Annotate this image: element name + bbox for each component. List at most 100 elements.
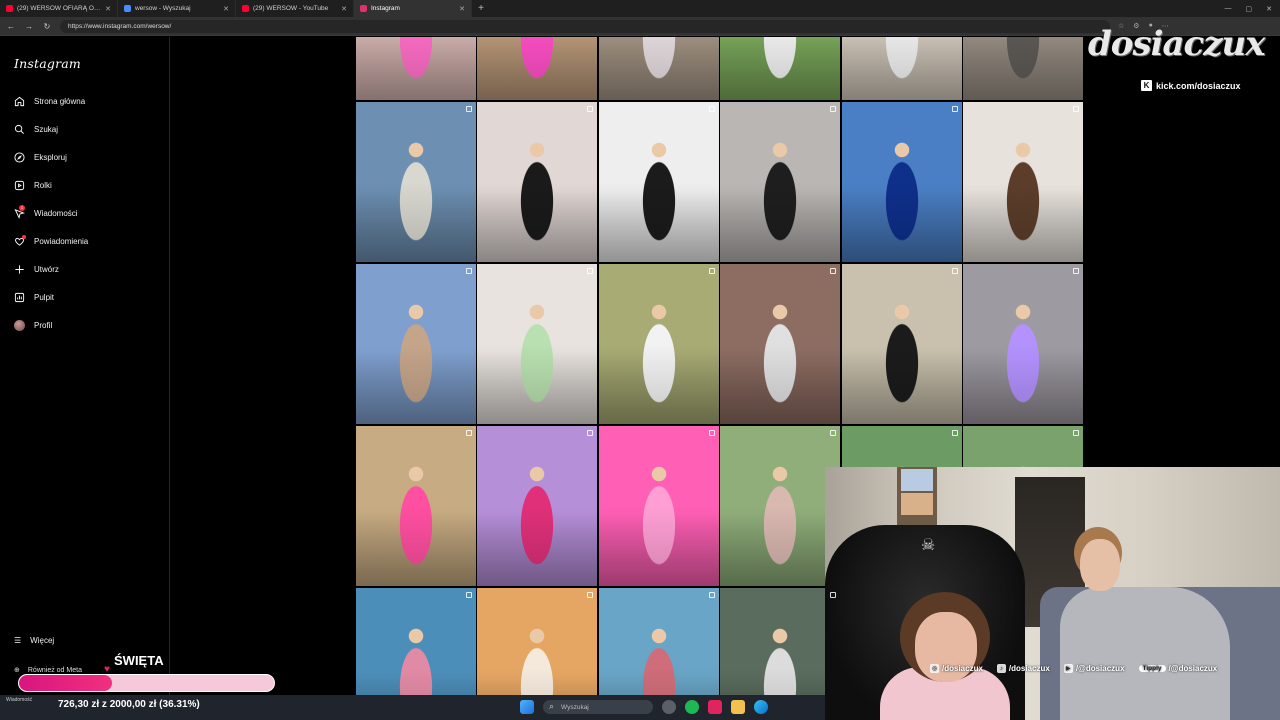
person-right xyxy=(1060,527,1230,720)
instagram-sidebar: Instagram Strona główna Szukaj Eksploruj… xyxy=(0,37,170,695)
social-tipply: Tipply/@dosiaczux xyxy=(1138,664,1217,673)
url-input[interactable]: https://www.instagram.com/wersow/ xyxy=(60,19,1110,33)
post-thumbnail[interactable] xyxy=(720,264,841,424)
folder-icon[interactable] xyxy=(731,700,745,714)
kick-link: K kick.com/dosiaczux xyxy=(1141,80,1241,91)
screen: (29) WERSOW OFIARĄ OKRUTNE ✕ wersow - Wy… xyxy=(0,0,1280,720)
picture-frame xyxy=(901,469,933,491)
post-thumbnail[interactable] xyxy=(720,588,841,695)
post-thumbnail[interactable] xyxy=(356,264,476,424)
tab-instagram[interactable]: Instagram ✕ xyxy=(354,0,472,17)
post-thumbnail[interactable] xyxy=(963,102,1083,262)
multi-post-icon xyxy=(830,592,837,598)
post-thumbnail[interactable] xyxy=(720,37,841,100)
edge-icon[interactable] xyxy=(754,700,768,714)
close-icon[interactable]: ✕ xyxy=(341,5,347,13)
multi-post-icon xyxy=(830,106,837,112)
nav-more[interactable]: ☰ Więcej xyxy=(14,636,54,645)
messages-badge: 1 xyxy=(19,204,25,211)
multi-post-icon xyxy=(708,592,715,598)
post-thumbnail[interactable] xyxy=(356,426,476,586)
multi-post-icon xyxy=(587,430,594,436)
multi-post-icon xyxy=(466,592,472,598)
windows-start-icon[interactable] xyxy=(520,700,534,714)
picture-frame xyxy=(901,493,933,515)
nav-profile[interactable]: Profil xyxy=(10,315,160,335)
multi-post-icon xyxy=(1073,430,1079,436)
social-handles: ◎/dosiaczux ♪/dosiaczux ▶/@dosiaczux Tip… xyxy=(930,664,1217,673)
multi-post-icon xyxy=(830,430,837,436)
spotify-icon[interactable] xyxy=(685,700,699,714)
post-thumbnail[interactable] xyxy=(356,102,476,262)
maximize-icon[interactable]: ▢ xyxy=(1246,5,1253,13)
back-icon[interactable]: ← xyxy=(6,22,16,31)
post-thumbnail[interactable] xyxy=(598,102,719,262)
nav-notifications[interactable]: Powiadomienia xyxy=(10,231,160,251)
also-from-meta[interactable]: ⊕ Również od Meta xyxy=(14,666,82,675)
social-youtube: ▶/@dosiaczux xyxy=(1063,664,1125,673)
tipply-icon: Tipply xyxy=(1138,665,1166,672)
webcam-feed: ☠ xyxy=(825,467,1280,720)
notification-preview[interactable]: Wiadomość xyxy=(6,697,56,717)
reload-icon[interactable]: ↻ xyxy=(42,22,52,31)
post-thumbnail[interactable] xyxy=(477,102,598,262)
close-icon[interactable]: ✕ xyxy=(105,5,111,13)
nav-explore[interactable]: Eksploruj xyxy=(10,147,160,167)
taskbar-icons: Wyszukaj xyxy=(520,700,768,714)
nav-reels[interactable]: Rolki xyxy=(10,175,160,195)
goal-amount: 726,30 zł z 2000,00 zł (36.31%) xyxy=(58,699,200,710)
tab-youtube-channel[interactable]: (29) WERSOW - YouTube ✕ xyxy=(236,0,354,17)
reels-icon xyxy=(14,180,25,191)
post-thumbnail[interactable] xyxy=(720,426,841,586)
post-thumbnail[interactable] xyxy=(477,588,598,695)
post-thumbnail[interactable] xyxy=(477,264,598,424)
tab-search[interactable]: wersow - Wyszukaj ✕ xyxy=(118,0,236,17)
post-thumbnail[interactable] xyxy=(841,37,962,100)
post-thumbnail[interactable] xyxy=(598,37,719,100)
post-thumbnail[interactable] xyxy=(963,264,1083,424)
social-instagram: ◎/dosiaczux xyxy=(930,664,983,673)
multi-post-icon xyxy=(466,268,472,274)
forward-icon[interactable]: → xyxy=(24,22,34,31)
nav-messages[interactable]: 1 Wiadomości xyxy=(10,203,160,223)
nav-search[interactable]: Szukaj xyxy=(10,119,160,139)
meta-icon: ⊕ xyxy=(14,667,20,674)
youtube-icon xyxy=(242,5,249,12)
close-icon[interactable]: ✕ xyxy=(223,5,229,13)
post-thumbnail[interactable] xyxy=(720,102,841,262)
taskbar-search-input[interactable]: Wyszukaj xyxy=(543,700,653,714)
goal-progress-fill xyxy=(19,675,112,691)
post-thumbnail[interactable] xyxy=(598,426,719,586)
post-thumbnail[interactable] xyxy=(356,588,476,695)
browser-tab-bar: (29) WERSOW OFIARĄ OKRUTNE ✕ wersow - Wy… xyxy=(0,0,1280,17)
post-thumbnail[interactable] xyxy=(841,102,962,262)
multi-post-icon xyxy=(466,106,472,112)
post-thumbnail[interactable] xyxy=(477,37,598,100)
nav-dashboard[interactable]: Pulpit xyxy=(10,287,160,307)
multi-post-icon xyxy=(951,430,958,436)
multi-post-icon xyxy=(951,106,958,112)
youtube-icon: ▶ xyxy=(1063,664,1073,673)
close-window-icon[interactable]: ✕ xyxy=(1266,5,1272,13)
dashboard-icon xyxy=(14,292,25,303)
post-thumbnail[interactable] xyxy=(598,588,719,695)
app-icon[interactable] xyxy=(708,700,722,714)
explorer-icon[interactable] xyxy=(662,700,676,714)
post-thumbnail[interactable] xyxy=(841,264,962,424)
instagram-logo[interactable]: Instagram xyxy=(14,56,81,71)
post-thumbnail[interactable] xyxy=(598,264,719,424)
nav-create[interactable]: Utwórz xyxy=(10,259,160,279)
post-thumbnail[interactable] xyxy=(356,37,476,100)
tab-youtube-video[interactable]: (29) WERSOW OFIARĄ OKRUTNE ✕ xyxy=(0,0,118,17)
post-thumbnail[interactable] xyxy=(477,426,598,586)
new-tab-button[interactable]: + xyxy=(472,3,490,14)
streamer-logo: dosiaczux xyxy=(1088,24,1266,64)
compass-icon xyxy=(14,151,25,163)
minimize-icon[interactable]: — xyxy=(1225,5,1232,13)
multi-post-icon xyxy=(830,268,837,274)
avatar xyxy=(14,319,25,331)
nav-home[interactable]: Strona główna xyxy=(10,91,160,111)
close-icon[interactable]: ✕ xyxy=(459,5,465,13)
post-thumbnail[interactable] xyxy=(963,37,1083,100)
home-icon xyxy=(14,96,25,107)
